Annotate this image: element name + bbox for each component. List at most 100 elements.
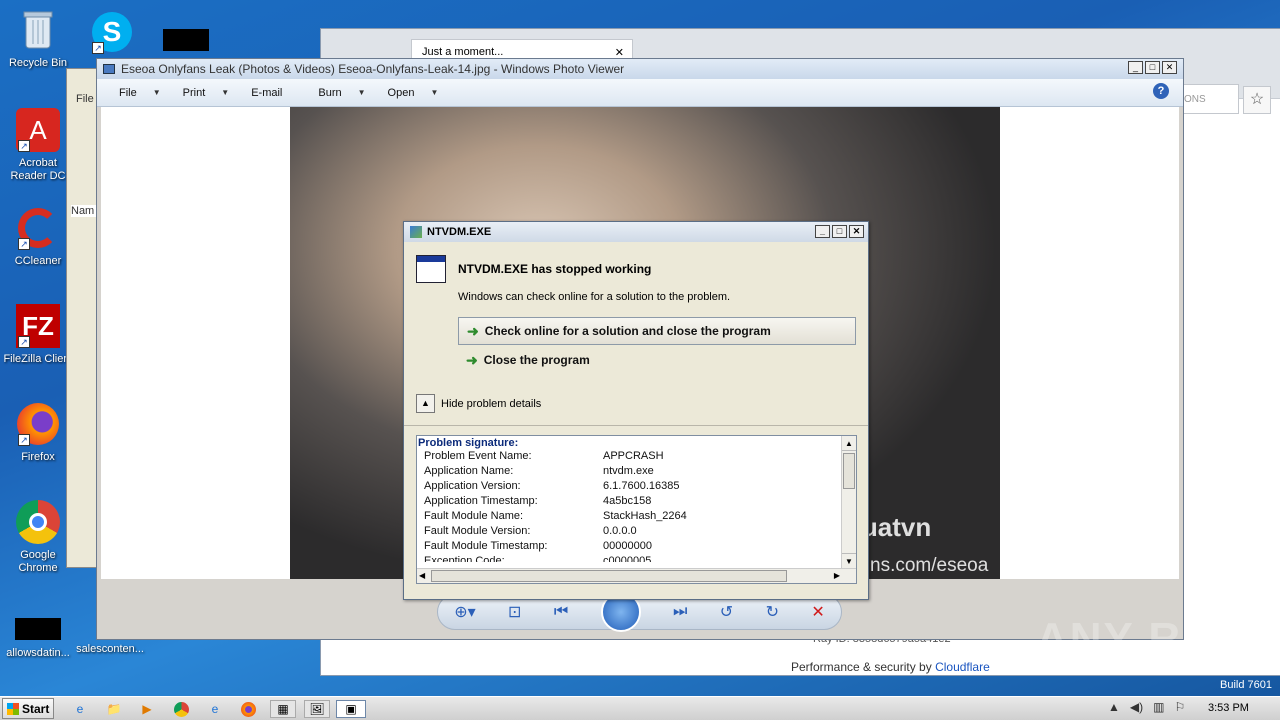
- maximize-button[interactable]: □: [1145, 61, 1160, 74]
- dialog-close-button[interactable]: ✕: [849, 225, 864, 238]
- ccleaner-icon: ↗: [14, 204, 62, 252]
- black-file-icon[interactable]: [163, 29, 209, 51]
- bookmark-star-icon[interactable]: ☆: [1243, 86, 1271, 114]
- dialog-titlebar[interactable]: NTVDM.EXE _ □ ✕: [404, 222, 868, 242]
- menu-open[interactable]: Open ▼: [388, 87, 439, 99]
- recycle-bin-icon: [14, 6, 62, 54]
- help-icon[interactable]: ?: [1153, 83, 1169, 99]
- detail-value: 6.1.7600.16385: [603, 480, 680, 492]
- detail-value: c0000005: [603, 555, 652, 562]
- tab-title: Just a moment...: [422, 46, 504, 58]
- chevron-down-icon: ▼: [430, 88, 439, 97]
- dialog-title: NTVDM.EXE: [427, 226, 492, 238]
- rotate-left-icon[interactable]: ↺: [720, 602, 733, 622]
- photo-viewer-app-icon: [103, 64, 115, 74]
- zoom-icon[interactable]: ⊕▾: [454, 602, 475, 622]
- actual-size-icon[interactable]: ⊡: [508, 602, 521, 622]
- desktop-icon-ccleaner[interactable]: ↗ CCleaner: [0, 204, 76, 268]
- program-icon: [416, 255, 446, 283]
- detail-key: Fault Module Name:: [424, 510, 524, 522]
- problem-details-box[interactable]: Problem signature: Problem Event Name: AP…: [416, 435, 857, 584]
- desktop-icon-label: allowsdatin...: [6, 647, 70, 659]
- desktop-icon-chrome[interactable]: Google Chrome: [0, 498, 76, 575]
- chevron-up-icon[interactable]: ▲: [1108, 700, 1120, 714]
- desktop-icon-label: salesconten...: [76, 643, 144, 655]
- menu-label: File: [119, 86, 137, 99]
- firefox-taskbar-icon[interactable]: [238, 700, 258, 718]
- explorer-window: File Nam: [66, 68, 98, 568]
- menu-file[interactable]: File ▼: [119, 87, 161, 99]
- start-label: Start: [22, 701, 50, 716]
- vertical-scrollbar[interactable]: ▲ ▼: [841, 436, 856, 568]
- tray-icons: ▲ ◀) ▥ ⚐: [1108, 700, 1185, 714]
- desktop-icon-skype[interactable]: S ↗: [74, 8, 150, 59]
- previous-icon[interactable]: ⏮: [554, 603, 568, 621]
- desktop-icon-firefox[interactable]: ↗ Firefox: [0, 400, 76, 464]
- detail-row: Fault Module Timestamp: 00000000: [417, 539, 856, 554]
- desktop-icon-filezilla[interactable]: FZ ↗ FileZilla Client: [0, 302, 76, 366]
- rotate-right-icon[interactable]: ↻: [766, 602, 779, 622]
- media-player-icon[interactable]: ▶: [137, 700, 157, 718]
- detail-row: Fault Module Name: StackHash_2264: [417, 509, 856, 524]
- menu-print[interactable]: Print ▼: [183, 87, 230, 99]
- cloudflare-footer: Performance & security by Cloudflare: [791, 660, 990, 674]
- winrar-taskbar-icon[interactable]: ▦: [270, 700, 296, 718]
- detail-key: Exception Code:: [424, 555, 505, 562]
- dialog-heading: NTVDM.EXE has stopped working: [458, 262, 652, 276]
- detail-key: Fault Module Version:: [424, 525, 531, 537]
- photo-viewer-titlebar[interactable]: Eseoa Onlyfans Leak (Photos & Videos) Es…: [97, 59, 1183, 79]
- next-icon[interactable]: ⏭: [673, 603, 687, 621]
- explorer-column-name[interactable]: Nam: [71, 205, 97, 217]
- desktop-icon-label: FileZilla Client: [3, 353, 73, 365]
- close-program-button[interactable]: ➜ Close the program: [458, 346, 856, 374]
- explorer-icon[interactable]: 📁: [104, 700, 124, 718]
- photo-viewer-taskbar-icon[interactable]: 🖼: [304, 700, 330, 718]
- detail-value: ntvdm.exe: [603, 465, 654, 477]
- dialog-maximize-button[interactable]: □: [832, 225, 847, 238]
- photo-viewer-menubar: File ▼ Print ▼ E-mail Burn ▼ Open ▼ ?: [97, 79, 1183, 107]
- delete-icon[interactable]: ✕: [811, 602, 824, 622]
- desktop-icon-acrobat[interactable]: A ↗ Acrobat Reader DC: [0, 106, 76, 183]
- dialog-description: Windows can check online for a solution …: [458, 291, 731, 303]
- desktop-icon-label: Acrobat Reader DC: [10, 157, 66, 182]
- menu-email[interactable]: E-mail: [251, 87, 282, 99]
- desktop-icon-allowsdatin[interactable]: allowsdatin...: [0, 617, 76, 660]
- start-button[interactable]: Start: [2, 698, 54, 719]
- detail-key: Application Name:: [424, 465, 514, 477]
- address-text: ONS: [1184, 94, 1206, 105]
- detail-value: 00000000: [603, 540, 652, 552]
- flag-icon[interactable]: ⚐: [1174, 700, 1185, 714]
- hide-details-toggle[interactable]: ▲ Hide problem details: [416, 394, 541, 413]
- detail-value: StackHash_2264: [603, 510, 687, 522]
- detail-value: 4a5bc158: [603, 495, 652, 507]
- photo-watermark-url: ns.com/eseoa: [870, 555, 989, 576]
- address-bar-fragment[interactable]: ONS: [1181, 84, 1239, 114]
- hide-details-label: Hide problem details: [441, 397, 542, 410]
- edge-icon[interactable]: e: [205, 700, 225, 718]
- detail-key: Application Timestamp:: [424, 495, 538, 507]
- ntvdm-taskbar-icon[interactable]: ▣: [336, 700, 366, 718]
- minimize-button[interactable]: _: [1128, 61, 1143, 74]
- ie-icon[interactable]: e: [70, 700, 90, 718]
- skype-icon: S ↗: [88, 8, 136, 56]
- menu-burn[interactable]: Burn ▼: [318, 87, 365, 99]
- desktop-icon-recycle-bin[interactable]: Recycle Bin: [0, 6, 76, 70]
- close-button[interactable]: ✕: [1162, 61, 1177, 74]
- cloudflare-link[interactable]: Cloudflare: [935, 660, 990, 674]
- firefox-icon: ↗: [14, 400, 62, 448]
- detail-row: Problem Event Name: APPCRASH: [417, 449, 856, 464]
- dialog-minimize-button[interactable]: _: [815, 225, 830, 238]
- horizontal-scrollbar[interactable]: ◀ ▶: [417, 568, 856, 583]
- volume-icon[interactable]: ◀): [1130, 700, 1143, 714]
- menu-label: E-mail: [251, 86, 283, 99]
- desktop-icon-label: CCleaner: [14, 255, 62, 267]
- dialog-app-icon: [410, 226, 422, 238]
- explorer-menu-file[interactable]: File: [76, 93, 94, 105]
- close-program-label: Close the program: [483, 353, 590, 367]
- chrome-taskbar-icon[interactable]: [171, 700, 191, 718]
- check-online-button[interactable]: ➜ Check online for a solution and close t…: [458, 317, 856, 345]
- clock[interactable]: 3:53 PM: [1208, 702, 1249, 714]
- network-icon[interactable]: ▥: [1153, 700, 1164, 714]
- filezilla-icon: FZ ↗: [14, 302, 62, 350]
- build-label: Build 7601: [1220, 679, 1272, 691]
